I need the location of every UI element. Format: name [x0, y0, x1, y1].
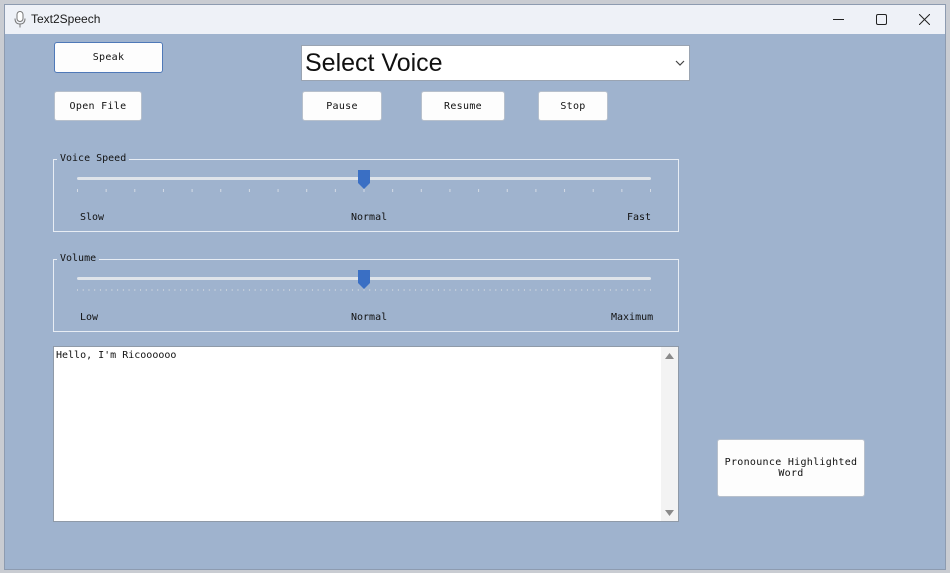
open-file-button[interactable]: Open File [54, 91, 142, 121]
voice-select-value: Select Voice [305, 49, 443, 77]
close-icon [918, 14, 930, 25]
pronounce-highlighted-word-button[interactable]: Pronounce Highlighted Word [717, 439, 865, 497]
scroll-up-icon[interactable] [665, 353, 674, 359]
volume-ticks [77, 289, 651, 291]
volume-low-label: Low [80, 312, 99, 323]
voice-speed-low-label: Slow [80, 212, 105, 223]
microphone-icon [14, 11, 26, 28]
window-title: Text2Speech [31, 12, 101, 26]
chevron-down-icon [675, 60, 685, 66]
voice-speed-thumb[interactable] [358, 170, 370, 189]
app-window: Text2Speech Speak Open File Pause Resume… [4, 4, 946, 570]
voice-speed-legend: Voice Speed [57, 153, 130, 165]
speak-button[interactable]: Speak [54, 42, 163, 73]
pause-button[interactable]: Pause [302, 91, 382, 121]
text-input-area[interactable]: Hello, I'm Ricoooooo [53, 346, 679, 522]
minimize-button[interactable] [815, 5, 861, 34]
voice-speed-high-label: Fast [627, 212, 652, 223]
voice-select[interactable]: Select Voice [301, 45, 690, 81]
volume-thumb[interactable] [358, 270, 370, 289]
title-bar: Text2Speech [5, 5, 945, 34]
voice-speed-group: Voice Speed Slow Normal Fast [53, 153, 679, 232]
resume-button[interactable]: Resume [421, 91, 505, 121]
stop-button[interactable]: Stop [538, 91, 608, 121]
volume-group: Volume Low Normal Maximum [53, 253, 679, 332]
close-button[interactable] [901, 5, 945, 34]
voice-speed-ticks [77, 189, 651, 192]
maximize-icon [875, 14, 887, 25]
voice-speed-mid-label: Normal [351, 212, 388, 223]
volume-mid-label: Normal [351, 312, 388, 323]
volume-legend: Volume [57, 253, 100, 265]
minimize-icon [832, 19, 844, 20]
vertical-scrollbar[interactable] [661, 347, 678, 521]
text-input-content: Hello, I'm Ricoooooo [56, 350, 177, 361]
volume-high-label: Maximum [611, 312, 654, 323]
scroll-down-icon[interactable] [665, 510, 674, 516]
maximize-button[interactable] [858, 5, 904, 34]
